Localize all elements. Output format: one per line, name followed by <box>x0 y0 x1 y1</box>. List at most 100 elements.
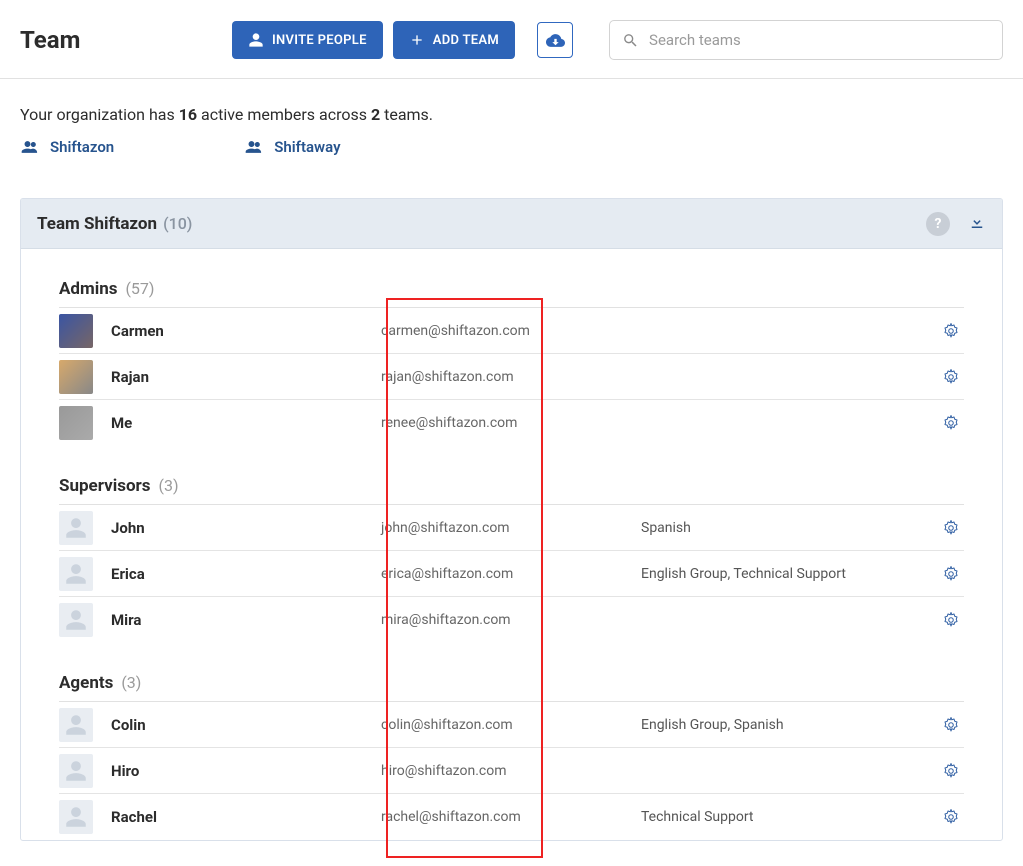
person-placeholder-icon <box>63 515 89 541</box>
member-row[interactable]: Me renee@shiftazon.com <box>59 400 964 446</box>
member-name: Rachel <box>111 808 381 826</box>
member-tags: Technical Support <box>641 809 942 825</box>
group-title: Agents <box>59 673 113 693</box>
download-icon <box>968 213 986 231</box>
avatar <box>59 557 93 591</box>
group-title: Admins <box>59 279 117 299</box>
team-link-label: Shiftazon <box>50 138 114 156</box>
member-row[interactable]: Rachel rachel@shiftazon.com Technical Su… <box>59 794 964 840</box>
member-row[interactable]: Mira mira@shiftazon.com <box>59 597 964 643</box>
member-email: erica@shiftazon.com <box>381 566 641 582</box>
team-links: Shiftazon Shiftaway <box>0 128 1023 164</box>
member-email: renee@shiftazon.com <box>381 415 641 431</box>
person-placeholder-icon <box>63 607 89 633</box>
group-header: Admins (57) <box>59 249 964 308</box>
group-title: Supervisors <box>59 476 151 496</box>
avatar <box>59 708 93 742</box>
member-email: carmen@shiftazon.com <box>381 323 641 339</box>
page-title: Team <box>20 26 232 54</box>
avatar <box>59 360 93 394</box>
group-count: (3) <box>158 476 178 495</box>
member-email: mira@shiftazon.com <box>381 612 641 628</box>
help-button[interactable]: ? <box>926 212 950 236</box>
panel-header: Team Shiftazon (10) ? <box>21 199 1002 249</box>
member-tags: English Group, Technical Support <box>641 566 942 582</box>
member-row[interactable]: Erica erica@shiftazon.com English Group,… <box>59 551 964 597</box>
member-row[interactable]: John john@shiftazon.com Spanish <box>59 505 964 551</box>
group-count: (57) <box>125 279 154 298</box>
people-icon <box>20 139 40 155</box>
top-actions: INVITE PEOPLE ADD TEAM <box>232 21 573 59</box>
invite-label: INVITE PEOPLE <box>272 33 367 48</box>
settings-gear-icon[interactable] <box>942 611 960 629</box>
search-box[interactable] <box>609 20 1003 60</box>
settings-gear-icon[interactable] <box>942 519 960 537</box>
settings-gear-icon[interactable] <box>942 414 960 432</box>
summary-teams: 2 <box>371 105 380 124</box>
member-name: Rajan <box>111 368 381 386</box>
group-header: Agents (3) <box>59 643 964 702</box>
member-name: Mira <box>111 611 381 629</box>
summary-suffix: teams. <box>380 105 433 124</box>
member-row[interactable]: Carmen carmen@shiftazon.com <box>59 308 964 354</box>
settings-gear-icon[interactable] <box>942 368 960 386</box>
member-email: rachel@shiftazon.com <box>381 809 641 825</box>
search-wrap <box>609 20 1003 60</box>
group-count: (3) <box>121 673 141 692</box>
member-name: John <box>111 519 381 537</box>
member-name: Me <box>111 414 381 432</box>
person-placeholder-icon <box>63 561 89 587</box>
avatar <box>59 314 93 348</box>
settings-gear-icon[interactable] <box>942 762 960 780</box>
settings-gear-icon[interactable] <box>942 808 960 826</box>
people-icon <box>244 139 264 155</box>
member-row[interactable]: Colin colin@shiftazon.com English Group,… <box>59 702 964 748</box>
member-name: Hiro <box>111 762 381 780</box>
person-placeholder-icon <box>63 804 89 830</box>
member-tags: Spanish <box>641 520 942 536</box>
avatar <box>59 800 93 834</box>
member-email: rajan@shiftazon.com <box>381 369 641 385</box>
member-tags: English Group, Spanish <box>641 717 942 733</box>
search-input[interactable] <box>649 31 990 49</box>
add-team-button[interactable]: ADD TEAM <box>393 21 515 59</box>
cloud-download-icon <box>546 31 565 50</box>
export-button[interactable] <box>968 213 986 235</box>
team-link-shiftaway[interactable]: Shiftaway <box>244 138 340 156</box>
settings-gear-icon[interactable] <box>942 716 960 734</box>
member-group: Admins (57) Carmen carmen@shiftazon.com … <box>21 249 1002 446</box>
avatar <box>59 603 93 637</box>
settings-gear-icon[interactable] <box>942 565 960 583</box>
person-icon <box>248 32 264 48</box>
summary-members: 16 <box>179 105 197 124</box>
top-bar: Team INVITE PEOPLE ADD TEAM <box>0 0 1023 79</box>
member-email: colin@shiftazon.com <box>381 717 641 733</box>
member-name: Carmen <box>111 322 381 340</box>
settings-gear-icon[interactable] <box>942 322 960 340</box>
search-icon <box>622 32 639 49</box>
group-header: Supervisors (3) <box>59 446 964 505</box>
member-email: john@shiftazon.com <box>381 520 641 536</box>
member-name: Erica <box>111 565 381 583</box>
member-name: Colin <box>111 716 381 734</box>
member-group: Supervisors (3) John john@shiftazon.com … <box>21 446 1002 643</box>
person-placeholder-icon <box>63 758 89 784</box>
avatar <box>59 406 93 440</box>
team-link-label: Shiftaway <box>274 138 340 156</box>
panel-count: (10) <box>163 214 192 233</box>
member-row[interactable]: Hiro hiro@shiftazon.com <box>59 748 964 794</box>
member-email: hiro@shiftazon.com <box>381 763 641 779</box>
avatar <box>59 511 93 545</box>
person-placeholder-icon <box>63 712 89 738</box>
member-row[interactable]: Rajan rajan@shiftazon.com <box>59 354 964 400</box>
summary-mid: active members across <box>197 105 371 124</box>
org-summary: Your organization has 16 active members … <box>0 79 1023 128</box>
invite-people-button[interactable]: INVITE PEOPLE <box>232 21 383 59</box>
team-panel: Team Shiftazon (10) ? Admins (57) Carmen… <box>20 198 1003 841</box>
team-link-shiftazon[interactable]: Shiftazon <box>20 138 114 156</box>
panel-title: Team Shiftazon <box>37 214 157 234</box>
add-team-label: ADD TEAM <box>433 33 499 48</box>
summary-prefix: Your organization has <box>20 105 179 124</box>
member-group: Agents (3) Colin colin@shiftazon.com Eng… <box>21 643 1002 840</box>
cloud-download-button[interactable] <box>537 22 573 58</box>
